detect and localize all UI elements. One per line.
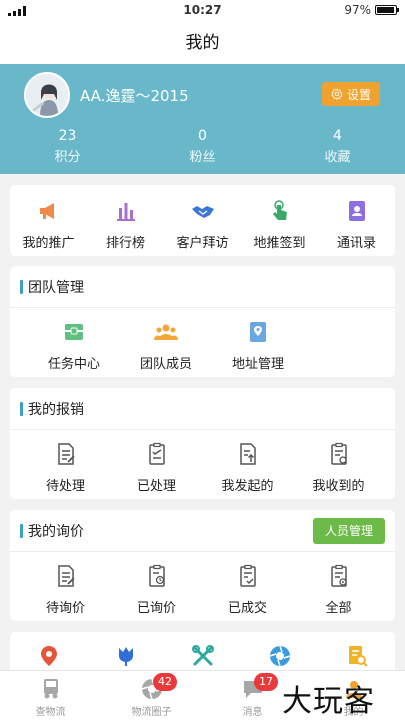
- tab-label: 物流圈子: [131, 707, 172, 718]
- team-label: 任务中心: [47, 357, 100, 372]
- inquiry-label: 待询价: [45, 601, 85, 616]
- section-header: 我的询价 人员管理: [10, 510, 395, 552]
- stat-points[interactable]: 23 积分: [0, 128, 135, 165]
- action-label: 我的推广: [22, 236, 75, 251]
- battery-text: 97%: [344, 3, 371, 17]
- quick-actions-card: 我的推广 排行榜 客户拜访 地推签到 通讯录: [10, 185, 395, 256]
- stat-value: 23: [58, 128, 77, 144]
- tool-aperture[interactable]: [241, 644, 318, 668]
- team-label: 地址管理: [231, 357, 284, 372]
- settings-label: 设置: [346, 87, 371, 102]
- reimburse-label: 我收到的: [312, 479, 365, 494]
- action-promotion[interactable]: 我的推广: [10, 199, 87, 251]
- inquiry-label: 已成交: [227, 601, 267, 616]
- profile-header: AA.逸霆～2015 设置 23 积分 0 粉丝 4 收藏: [0, 64, 405, 174]
- avatar[interactable]: [24, 72, 70, 118]
- reimburse-label: 待处理: [45, 479, 85, 494]
- team-label: 团队成员: [139, 357, 192, 372]
- contacts-icon: [348, 201, 365, 221]
- unread-badge: 17: [254, 673, 278, 691]
- team-members[interactable]: 团队成员: [120, 320, 212, 372]
- tool-location[interactable]: [10, 644, 87, 668]
- location-pin-icon: [40, 646, 57, 666]
- reimburse-processed[interactable]: 已处理: [111, 442, 202, 494]
- sent-doc-icon: [239, 443, 256, 465]
- reimbursement-card: 我的报销 待处理 已处理 我发起的 我收到的: [10, 388, 395, 499]
- action-label: 客户拜访: [176, 236, 229, 251]
- action-ranking[interactable]: 排行榜: [87, 199, 164, 251]
- handshake-icon: [191, 206, 214, 218]
- tools-icon: [191, 645, 214, 666]
- bar-chart-icon: [116, 203, 135, 221]
- deal-icon: [239, 564, 256, 587]
- reimburse-label: 已处理: [136, 479, 176, 494]
- section-title: 我的询价: [28, 523, 84, 540]
- action-customer-visit[interactable]: 客户拜访: [164, 199, 241, 251]
- inquiry-done[interactable]: 已询价: [111, 564, 202, 616]
- task-box-icon: [65, 324, 83, 340]
- received-doc-icon: [330, 442, 347, 465]
- action-label: 排行榜: [105, 236, 145, 251]
- team-management-card: 团队管理 任务中心 团队成员 地址管理: [10, 266, 395, 377]
- tab-logistics[interactable]: 查物流: [0, 671, 101, 720]
- inquiry-card: 我的询价 人员管理 待询价 已询价 已成交 全部: [10, 510, 395, 621]
- action-checkin[interactable]: 地推签到: [241, 199, 318, 251]
- tab-circle[interactable]: 物流圈子 42: [101, 671, 202, 720]
- pending-inquiry-icon: [57, 565, 75, 587]
- stat-fans[interactable]: 0 粉丝: [135, 128, 270, 165]
- address-icon: [250, 322, 266, 342]
- tool-tulip[interactable]: [87, 644, 164, 668]
- inquiry-label: 全部: [325, 601, 352, 616]
- tulip-icon: [118, 647, 133, 666]
- profile-stats: 23 积分 0 粉丝 4 收藏: [0, 128, 405, 165]
- stat-label: 收藏: [324, 150, 351, 165]
- tab-label: 消息: [242, 707, 263, 718]
- action-label: 通讯录: [336, 236, 376, 251]
- done-doc-icon: [148, 442, 165, 465]
- username: AA.逸霆～2015: [80, 87, 189, 105]
- staff-management-button[interactable]: 人员管理: [312, 518, 385, 544]
- page-title: 我的: [0, 22, 405, 64]
- team-icon: [154, 324, 178, 340]
- search-doc-icon: [348, 646, 368, 667]
- reimburse-initiated[interactable]: 我发起的: [202, 442, 293, 494]
- stat-label: 积分: [54, 150, 81, 165]
- pending-doc-icon: [57, 443, 75, 465]
- stat-favorites[interactable]: 4 收藏: [270, 128, 405, 165]
- tap-icon: [272, 200, 287, 220]
- inquiry-deal[interactable]: 已成交: [202, 564, 293, 616]
- action-label: 地推签到: [253, 236, 306, 251]
- truck-icon: [43, 679, 58, 699]
- tool-tools[interactable]: [164, 644, 241, 668]
- all-icon: [330, 564, 347, 587]
- section-title: 我的报销: [10, 388, 395, 430]
- stat-label: 粉丝: [189, 150, 216, 165]
- inquired-icon: [148, 564, 165, 587]
- unread-badge: 42: [153, 673, 177, 691]
- megaphone-icon: [39, 203, 54, 219]
- aperture-icon: [269, 645, 290, 667]
- team-task-center[interactable]: 任务中心: [28, 320, 120, 372]
- reimburse-label: 我发起的: [221, 479, 274, 494]
- inquiry-all[interactable]: 全部: [293, 564, 384, 616]
- battery-indicator: 97%: [344, 3, 399, 17]
- status-bar: 10:27 97%: [0, 0, 405, 22]
- battery-icon: [375, 5, 399, 15]
- action-contacts[interactable]: 通讯录: [318, 199, 395, 251]
- stat-value: 4: [333, 128, 342, 144]
- team-address[interactable]: 地址管理: [212, 320, 304, 372]
- reimburse-pending[interactable]: 待处理: [20, 442, 111, 494]
- inquiry-pending[interactable]: 待询价: [20, 564, 111, 616]
- tool-search-doc[interactable]: [318, 644, 395, 668]
- stat-value: 0: [198, 128, 207, 144]
- tab-label: 查物流: [35, 707, 66, 718]
- gear-icon: [331, 88, 343, 100]
- watermark-logo: 大玩客: [282, 684, 375, 719]
- inquiry-label: 已询价: [136, 601, 176, 616]
- section-title: 团队管理: [10, 266, 395, 308]
- reimburse-received[interactable]: 我收到的: [293, 442, 384, 494]
- settings-button[interactable]: 设置: [322, 82, 380, 106]
